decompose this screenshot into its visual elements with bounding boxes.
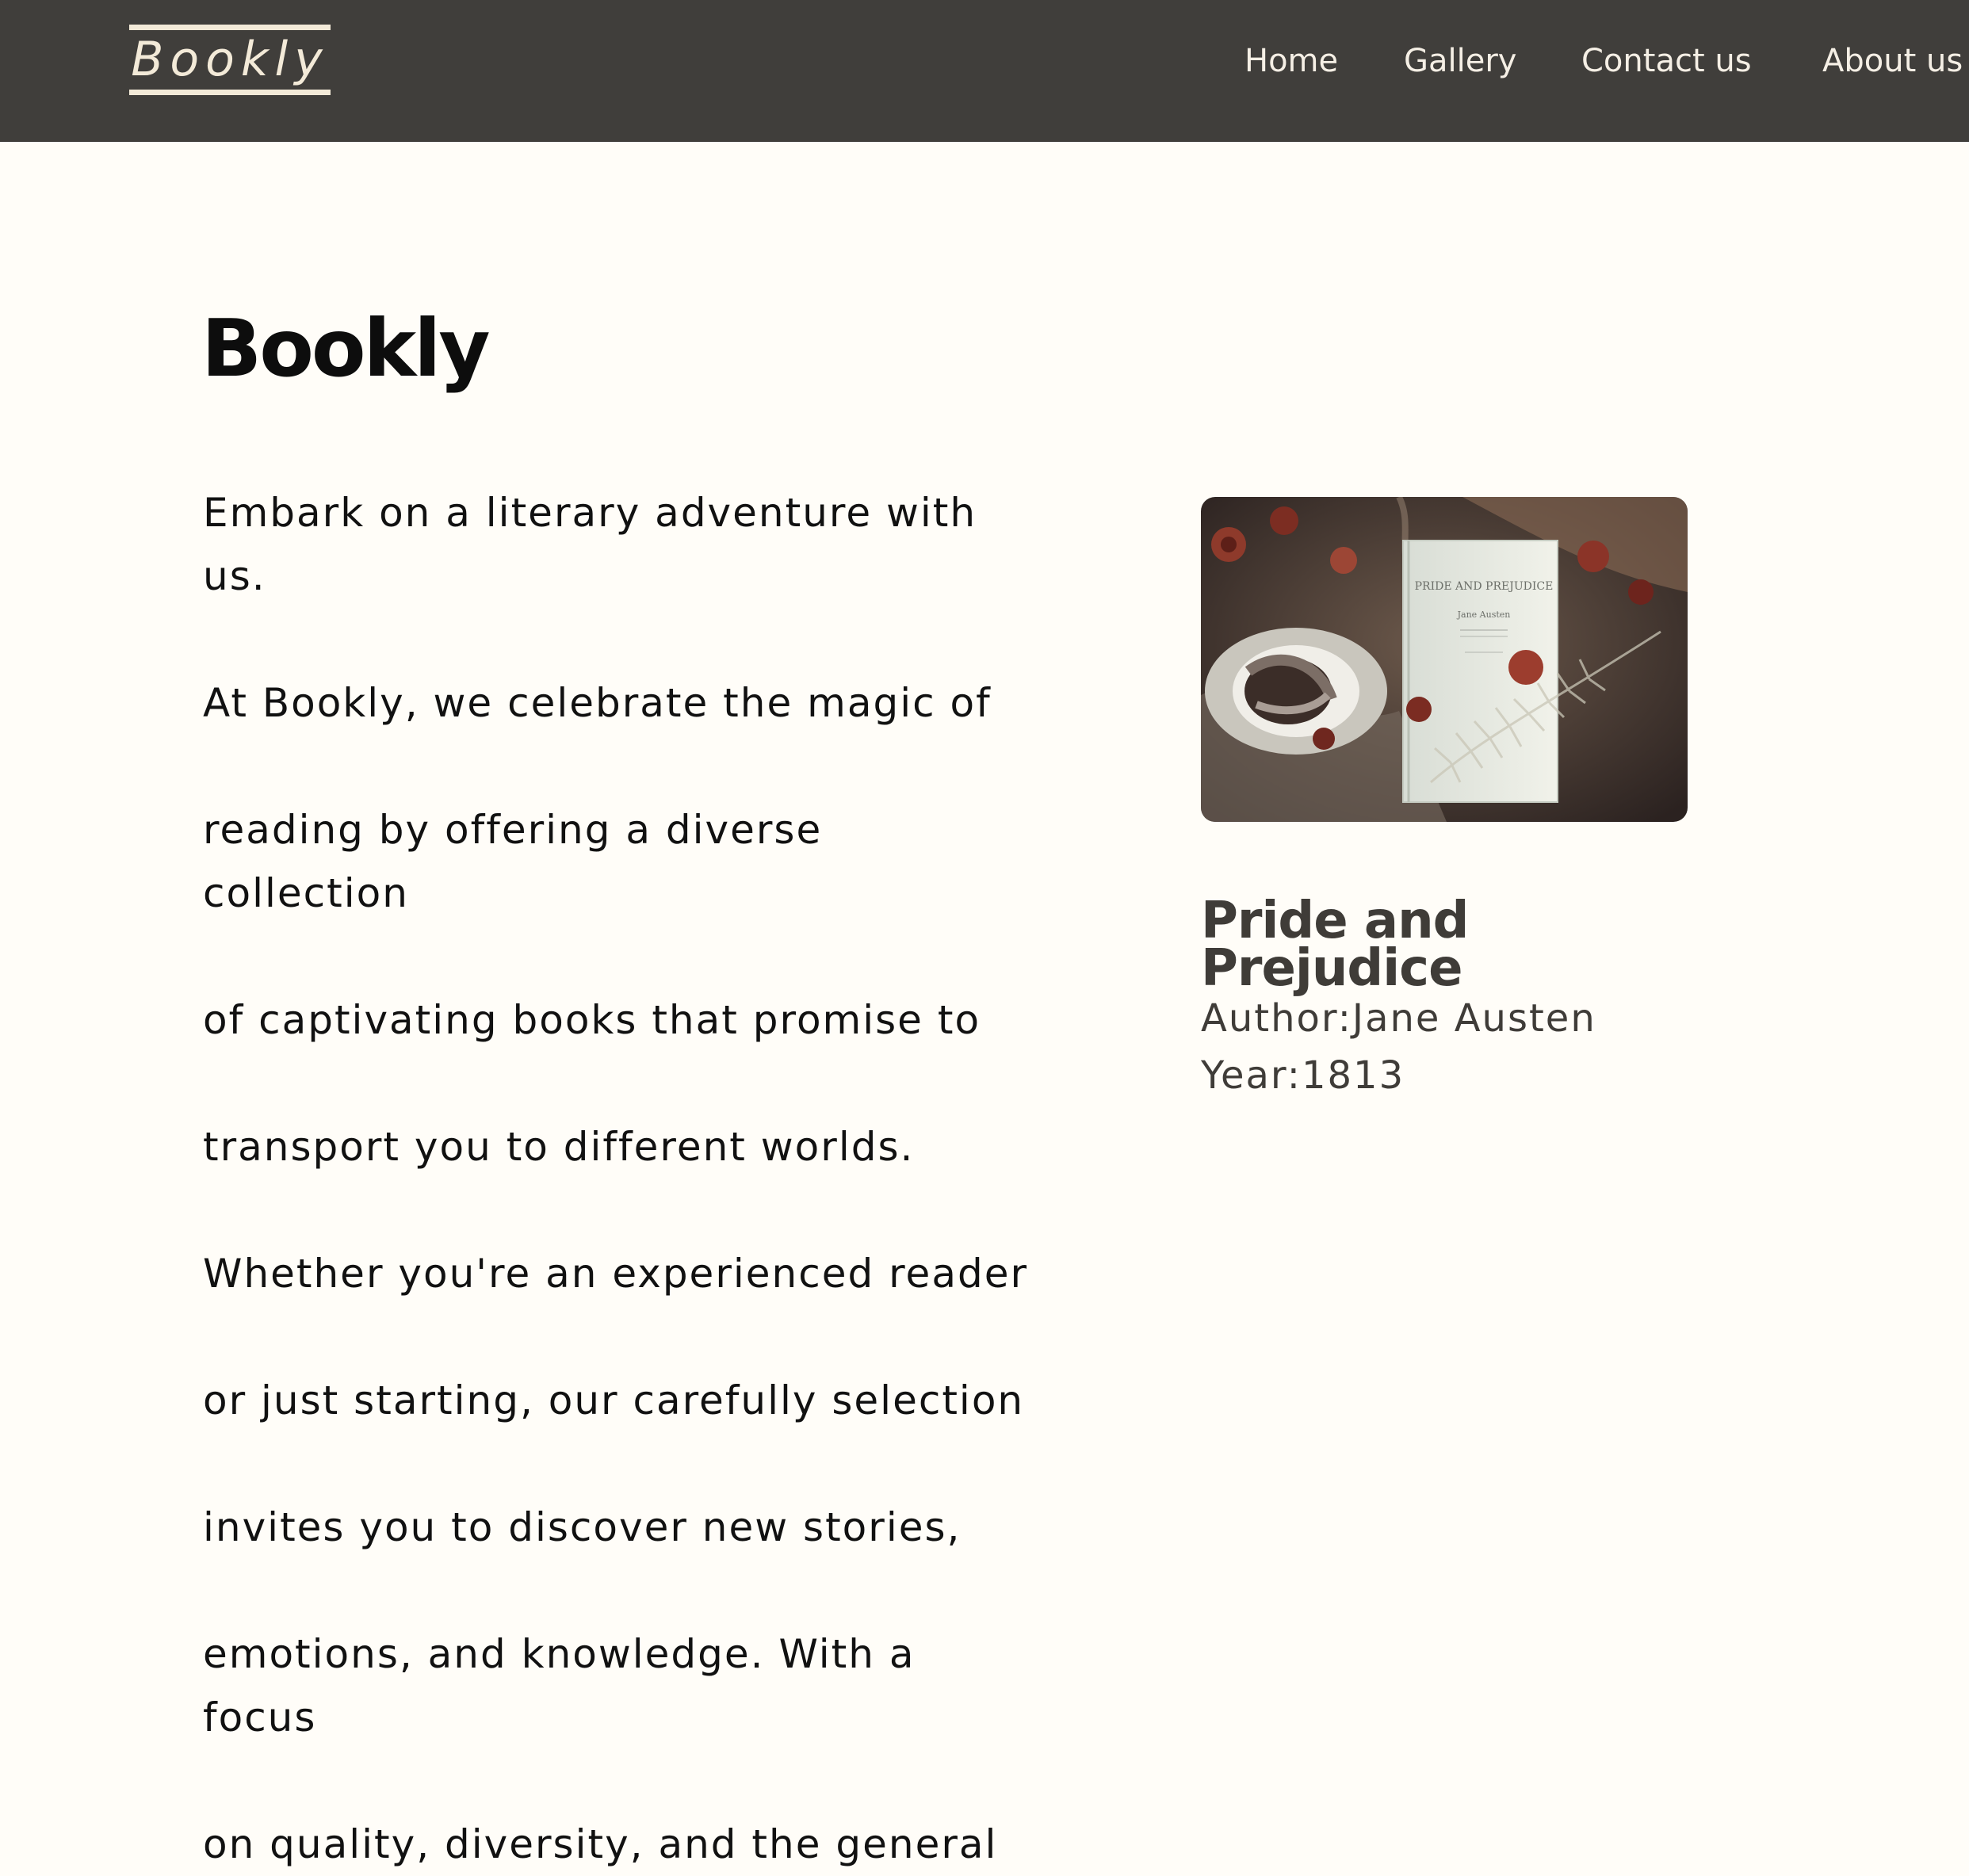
site-logo[interactable]: Bookly <box>129 25 331 95</box>
nav-home-link[interactable]: Home <box>1244 38 1338 84</box>
book-cover-title: PRIDE AND PREJUDICE <box>1415 580 1554 593</box>
intro-line: emotions, and knowledge. With a focus <box>203 1631 916 1740</box>
intro-line: on quality, diversity, and the general <box>203 1821 998 1867</box>
intro-line: reading by offering a diverse collection <box>203 807 823 916</box>
intro-line: At Bookly, we celebrate the magic of <box>203 680 992 726</box>
tea-cup-icon <box>1205 628 1387 755</box>
intro-line: Whether you're an experienced reader <box>203 1251 1029 1297</box>
intro-line: Embark on a literary adventure with us. <box>203 490 977 599</box>
page-title: Bookly <box>201 302 491 395</box>
book-cover-image[interactable]: PRIDE AND PREJUDICE Jane Austen <box>1201 497 1688 822</box>
intro-line: transport you to different worlds. <box>203 1124 915 1170</box>
book-title[interactable]: Pride and Prejudice <box>1201 896 1692 994</box>
featured-book-card[interactable]: PRIDE AND PREJUDICE Jane Austen Pride an… <box>1201 497 1688 1098</box>
top-navigation-bar: Bookly Home Gallery Contact us About us <box>0 0 1969 142</box>
intro-line: of captivating books that promise to <box>203 997 981 1043</box>
book-author: Author:Jane Austen <box>1201 996 1596 1041</box>
book-year: Year:1813 <box>1201 1053 1405 1098</box>
book-cover-author: Jane Austen <box>1457 609 1511 620</box>
nav-contact-link[interactable]: Contact us <box>1581 38 1752 84</box>
intro-paragraph: Embark on a literary adventure with us. … <box>203 418 1031 1876</box>
intro-line: or just starting, our carefully selectio… <box>203 1377 1025 1423</box>
nav-gallery-link[interactable]: Gallery <box>1404 38 1516 84</box>
nav-about-link[interactable]: About us <box>1822 38 1963 84</box>
intro-line: invites you to discover new stories, <box>203 1504 962 1550</box>
